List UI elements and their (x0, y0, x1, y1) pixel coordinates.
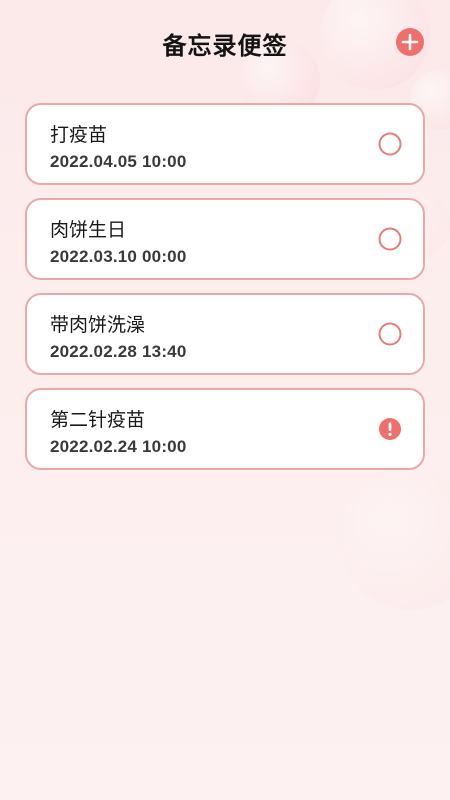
memo-title: 带肉饼洗澡 (50, 314, 146, 336)
memo-time: 2022.04.05 10:00 (50, 152, 187, 171)
memo-time: 2022.02.28 13:40 (50, 342, 187, 361)
memo-title: 肉饼生日 (50, 219, 127, 241)
memo-title: 第二针疫苗 (50, 409, 146, 431)
circle-icon[interactable] (378, 322, 402, 346)
circle-icon[interactable] (378, 132, 402, 156)
memo-card[interactable]: 肉饼生日 2022.03.10 00:00 (25, 198, 425, 280)
memo-list: 打疫苗 2022.04.05 10:00 肉饼生日 2022.03.10 00:… (25, 103, 425, 483)
plus-icon (396, 28, 424, 56)
bubble-decoration (340, 470, 450, 610)
memo-card[interactable]: 第二针疫苗 2022.02.24 10:00 (25, 388, 425, 470)
memo-title: 打疫苗 (50, 124, 108, 146)
circle-icon[interactable] (378, 227, 402, 251)
page-title: 备忘录便签 (162, 32, 288, 60)
memo-time: 2022.03.10 00:00 (50, 247, 187, 266)
add-memo-button[interactable] (396, 28, 424, 56)
memo-time: 2022.02.24 10:00 (50, 437, 187, 456)
alert-icon[interactable] (378, 417, 402, 441)
header: 备忘录便签 (0, 0, 450, 86)
memo-card[interactable]: 打疫苗 2022.04.05 10:00 (25, 103, 425, 185)
memo-card[interactable]: 带肉饼洗澡 2022.02.28 13:40 (25, 293, 425, 375)
